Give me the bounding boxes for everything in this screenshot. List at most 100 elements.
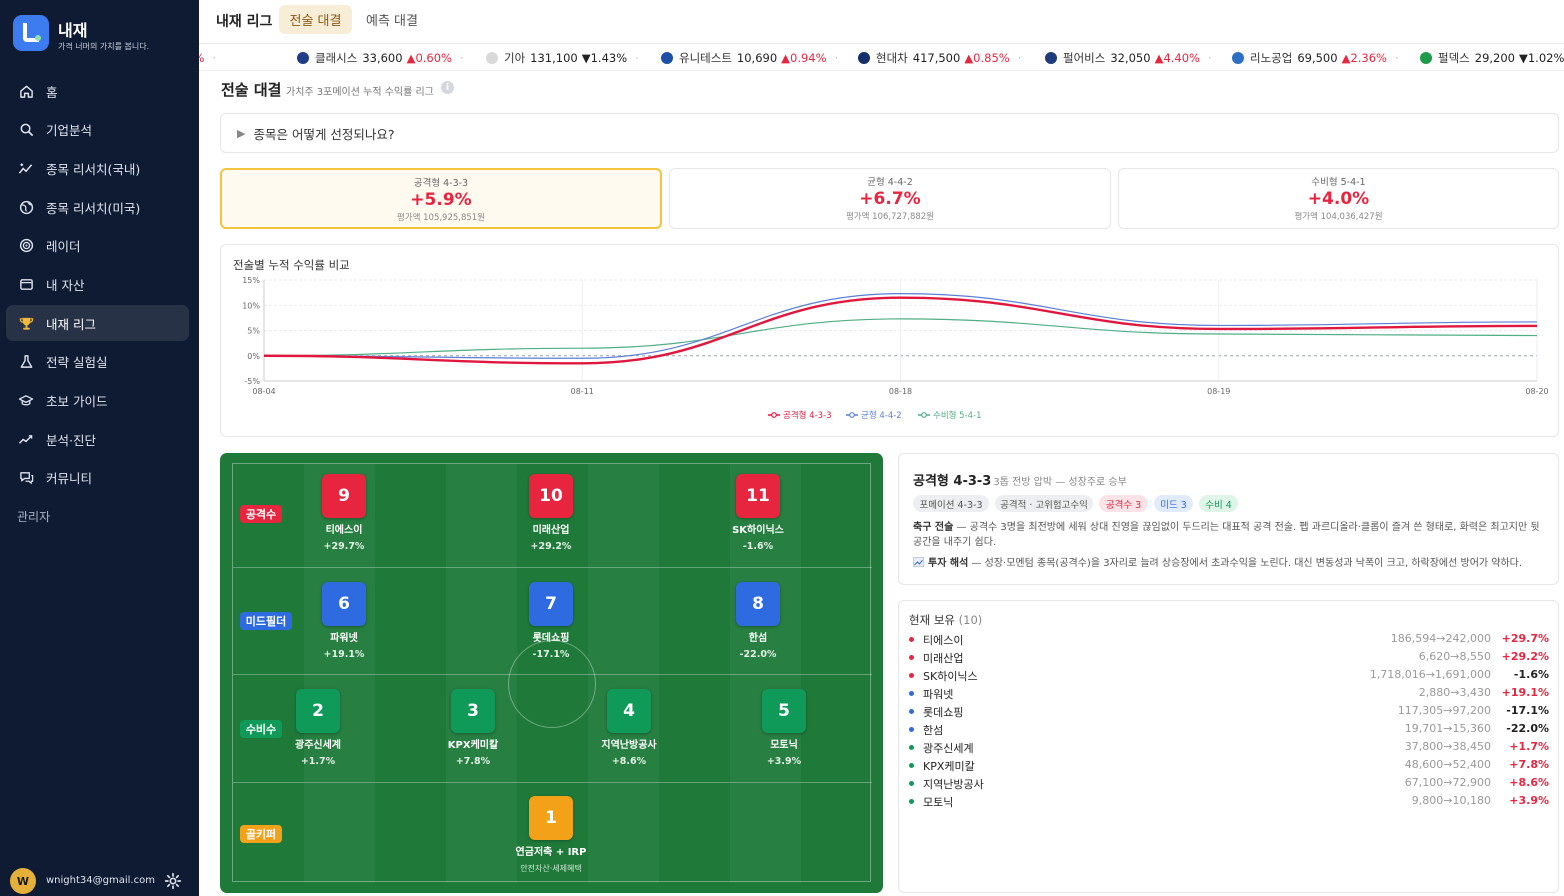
tab-prediction-battle[interactable]: 예측 대결 (362, 5, 422, 34)
tab-strategy-battle[interactable]: 전술 대결 (279, 5, 352, 34)
search-icon (18, 121, 34, 137)
holding-prices: 9,800→10,180 (1411, 794, 1491, 807)
sidebar-item-label: 기업분석 (46, 122, 93, 138)
card-value: 평가액 104,036,427원 (1294, 212, 1383, 222)
legend-label: 수비형 5-4-1 (933, 411, 982, 421)
position-dot (909, 691, 914, 696)
holding-row[interactable]: SK하이닉스 1,718,016→1,691,000 -1.6% (909, 667, 1549, 685)
player-number: 10 (529, 474, 573, 518)
ticker-name: 리노공업 (1250, 51, 1293, 65)
player-token[interactable]: 10 미래산업 +29.2% (506, 474, 596, 552)
ticker-item[interactable]: 현대차 417,500 ▲0.85% · (858, 45, 1021, 70)
holding-prices: 37,800→38,450 (1404, 740, 1491, 753)
player-token[interactable]: 3 KPX케미칼 +7.8% (428, 689, 518, 767)
ticker-item[interactable]: 펄덱스29,200▼1.02%· (1420, 45, 1564, 70)
holding-name: 미래산업 (923, 652, 964, 665)
y-tick-label: 15% (242, 276, 260, 285)
chip-label: 수비 4 (1205, 499, 1232, 511)
holdings-title: 현재 보유 (10) (909, 612, 982, 628)
ticker-change: ▲0.85% (964, 51, 1010, 65)
player-token[interactable]: 8 한섬 -22.0% (713, 582, 803, 660)
formation-card[interactable]: 균형 4-4-2 +6.7% 평가액 106,727,882원 (669, 168, 1111, 229)
ticker-name: 펄어비스 (1063, 51, 1106, 65)
player-token[interactable]: 5 모토닉 +3.9% (739, 689, 829, 767)
stock-ticker: ▲5.75% · 클래시스 33,600▲0.60% · 기아 131,100▼1.43% ·… (199, 45, 1564, 71)
sidebar-item-naejae-league[interactable]: 내재 리그 (6, 305, 189, 341)
sidebar-item-community[interactable]: 커뮤니티 (6, 459, 189, 495)
sidebar-item-admin[interactable]: 관리자 (17, 508, 50, 525)
ticker-item[interactable]: 리노공업 69,500 ▲2.36% · (1232, 45, 1399, 70)
sidebar-item-beginner-guide[interactable]: 초보 가이드 (6, 382, 189, 418)
holding-return: +7.8% (1509, 758, 1549, 771)
avatar[interactable]: W (10, 868, 36, 894)
flask-icon (18, 353, 34, 369)
ticker-name: 유니테스트 (679, 51, 732, 65)
ticker-separator: · (834, 51, 839, 65)
ticker-separator: · (1394, 51, 1399, 65)
player-return: +29.2% (530, 541, 572, 552)
holdings-count: (10) (958, 613, 983, 627)
holding-row[interactable]: 파워넷 2,880→3,430 +19.1% (909, 685, 1549, 703)
gear-icon[interactable] (164, 872, 182, 890)
ticker-item[interactable]: 펄어비스 32,050 ▲4.40% · (1045, 45, 1212, 70)
sidebar-item-research-us[interactable]: 종목 리서치(미국) (6, 189, 189, 225)
sidebar-item-strategy-lab[interactable]: 전략 실험실 (6, 343, 189, 379)
holding-name: 티에스이 (923, 634, 964, 647)
logo-icon[interactable] (13, 15, 49, 51)
ticker-item[interactable]: 클래시스 33,600 ▲0.60% · (297, 45, 464, 70)
formation-description: 축구 전술 — 공격수 3명을 최전방에 세워 상대 진영을 끊임없이 두드리는… (913, 520, 1543, 550)
holding-row[interactable]: 롯데쇼핑 117,305→97,200 -17.1% (909, 703, 1549, 721)
sidebar-item-company-analysis[interactable]: 기업분석 (6, 111, 189, 147)
holding-row[interactable]: 지역난방공사 67,100→72,900 +8.6% (909, 775, 1549, 793)
position-row-label: 미드필더 (240, 612, 292, 630)
holding-row[interactable]: 모토닉 9,800→10,180 +3.9% (909, 793, 1549, 811)
player-token[interactable]: 2 광주신세계 +1.7% (273, 689, 363, 767)
sidebar-item-my-assets[interactable]: 내 자산 (6, 266, 189, 302)
holding-row[interactable]: KPX케미칼 48,600→52,400 +7.8% (909, 757, 1549, 775)
sidebar-item-radar[interactable]: 레이더 (6, 227, 189, 263)
formation-card[interactable]: 수비형 5-4-1 +4.0% 평가액 104,036,427원 (1118, 168, 1559, 229)
graduation-cap-icon (18, 392, 34, 408)
player-number: 1 (529, 796, 573, 840)
info-icon[interactable]: i (441, 81, 454, 94)
player-token[interactable]: 11 SK하이닉스 -1.6% (713, 474, 803, 552)
holding-prices: 6,620→8,550 (1418, 650, 1491, 663)
player-return: 안전자산·세제혜택 (520, 864, 582, 873)
player-token[interactable]: 9 티에스이 +29.7% (299, 474, 389, 552)
holding-row[interactable]: 광주신세계 37,800→38,450 +1.7% (909, 739, 1549, 757)
player-token[interactable]: 1 연금저축 + IRP 안전자산·세제혜택 (506, 796, 596, 874)
holding-row[interactable]: 티에스이 186,594→242,000 +29.7% (909, 631, 1549, 649)
holding-return: +29.7% (1501, 632, 1549, 645)
legend-label: 공격형 4-3-3 (783, 410, 832, 421)
ticker-item[interactable]: 기아 131,100 ▼1.43% · (486, 45, 639, 70)
stock-logo-icon (1420, 52, 1432, 64)
home-icon (18, 83, 34, 99)
ticker-change: ▲0.94% (781, 51, 827, 65)
sidebar-item-label: 초보 가이드 (46, 393, 108, 409)
position-row-label: 공격수 (240, 505, 282, 523)
sidebar-item-research-domestic[interactable]: 종목 리서치(국내) (6, 150, 189, 186)
ticker-item[interactable]: ▲5.75% · (199, 45, 217, 70)
holding-row[interactable]: 한섬 19,701→15,360 -22.0% (909, 721, 1549, 739)
card-name: 수비형 5-4-1 (1311, 177, 1366, 188)
sidebar-item-analysis-diagnosis[interactable]: 분석·진단 (6, 421, 189, 457)
ticker-name: 현대차 (876, 51, 908, 65)
sidebar-item-label: 전략 실험실 (46, 354, 108, 370)
holding-name: 한섬 (923, 724, 944, 737)
holding-prices: 67,100→72,900 (1404, 776, 1491, 789)
faq-toggle[interactable]: ▶ 종목은 어떻게 선정되나요? (220, 113, 1559, 153)
sidebar-item-home[interactable]: 홈 (6, 73, 189, 109)
ticker-item[interactable]: 유니테스트 10,690 ▲0.94% · (661, 45, 839, 70)
position-dot (909, 673, 914, 678)
formation-card[interactable]: 공격형 4-3-3 +5.9% 평가액 105,925,851원 (220, 168, 662, 229)
ticker-name: 기아 (504, 51, 526, 65)
player-token[interactable]: 7 롯데쇼핑 -17.1% (506, 582, 596, 660)
ticker-separator: · (212, 51, 217, 65)
holding-name: 롯데쇼핑 (923, 706, 964, 719)
holding-row[interactable]: 미래산업 6,620→8,550 +29.2% (909, 649, 1549, 667)
player-token[interactable]: 6 파워넷 +19.1% (299, 582, 389, 660)
sidebar-item-label: 내 자산 (46, 277, 85, 293)
player-token[interactable]: 4 지역난방공사 +8.6% (584, 689, 674, 767)
top-bar: 내재 리그 전술 대결 예측 대결 (199, 0, 1564, 44)
returns-chart: -5% 0% 5% 10% 15% 08-04 08-11 08-18 08-19 08-20 공격… (242, 276, 1548, 421)
